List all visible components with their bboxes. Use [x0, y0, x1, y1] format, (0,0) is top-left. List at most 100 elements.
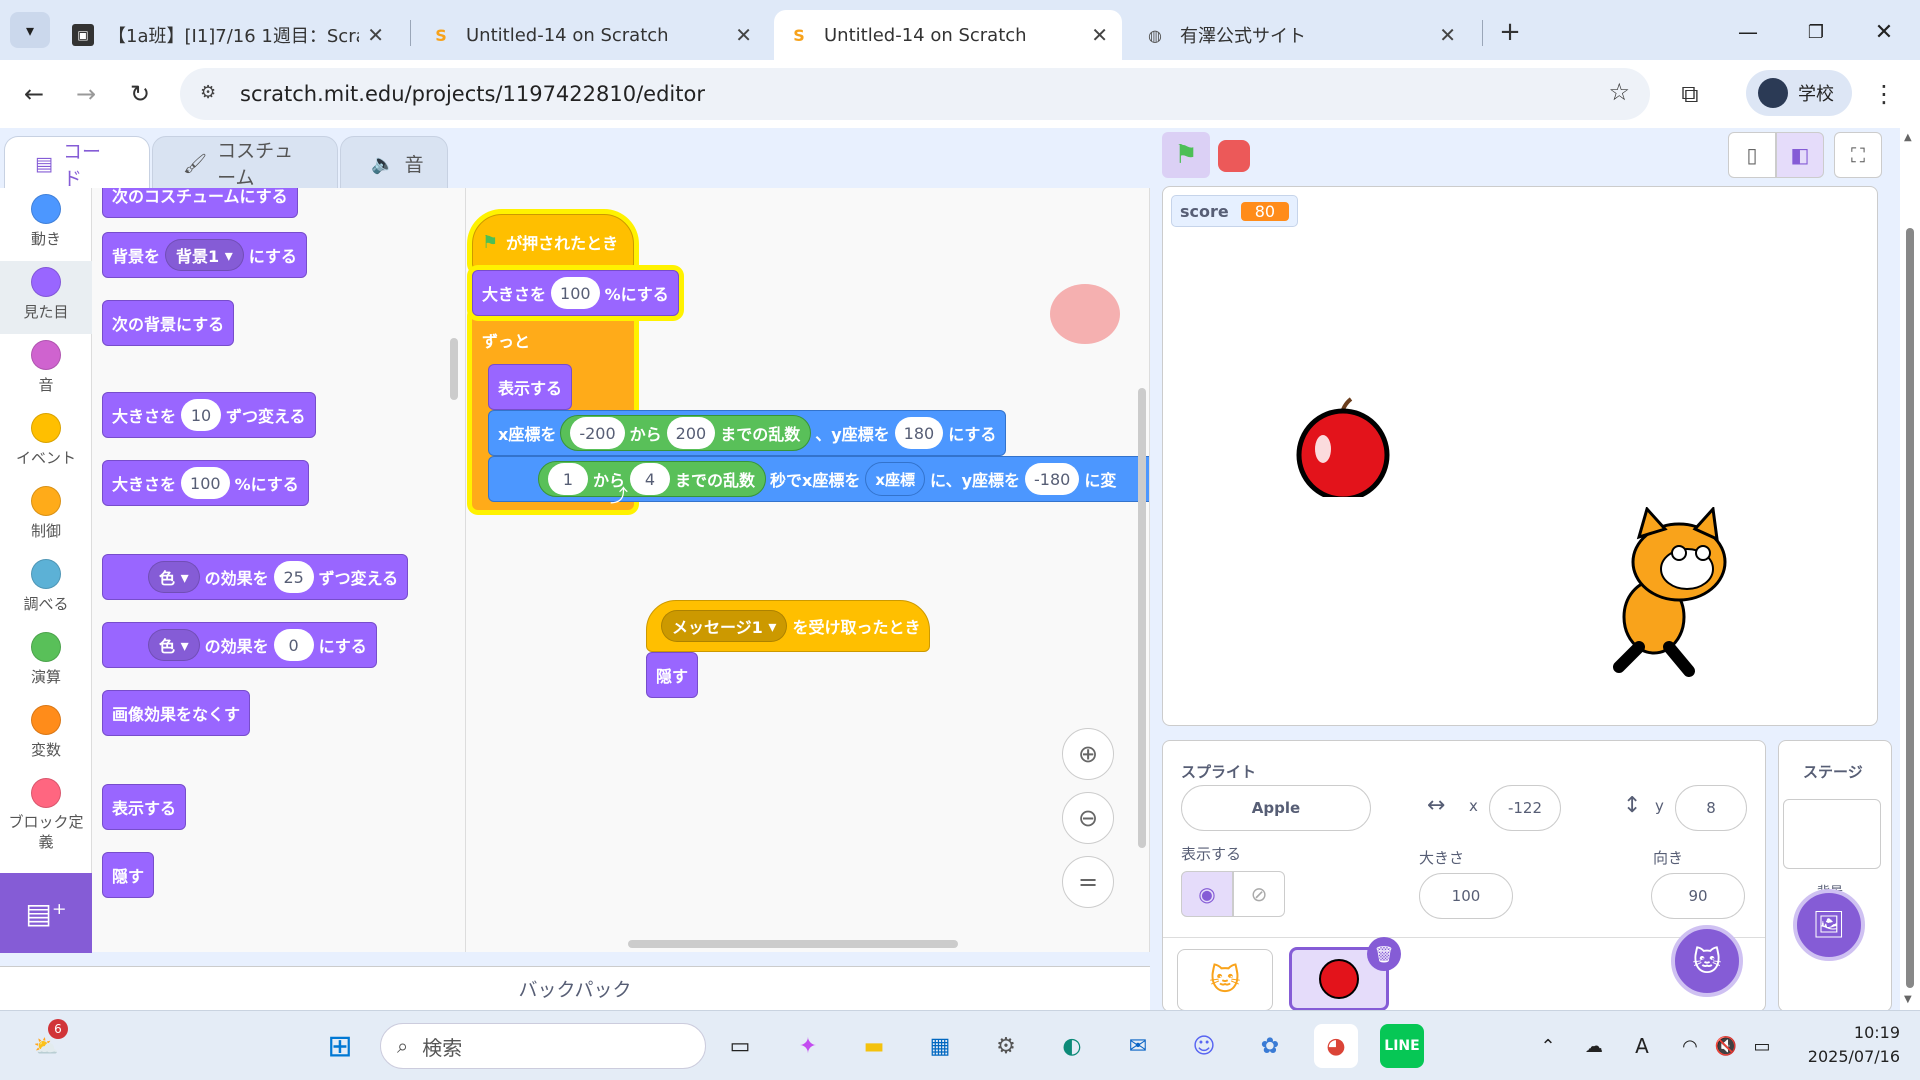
palette-block-hide[interactable]: 隠す — [102, 852, 155, 898]
category-control[interactable]: 制御 — [0, 480, 92, 553]
scroll-up-icon[interactable]: ▲ — [1904, 132, 1912, 143]
hide-block[interactable]: 隠す — [646, 652, 699, 698]
close-tab-icon[interactable]: ✕ — [1439, 23, 1456, 47]
choose-sprite-button[interactable]: 🐱 — [1671, 925, 1743, 997]
palette-block-set-size[interactable]: 大きさを 100 %にする — [102, 460, 309, 506]
backdrop-dropdown[interactable]: 背景1 ▾ — [165, 239, 244, 271]
fullscreen-button[interactable]: ⛶ — [1834, 132, 1882, 178]
show-hidden-button[interactable]: ⊘ — [1233, 871, 1285, 917]
random-to-input[interactable]: 200 — [666, 417, 716, 449]
palette-block-show[interactable]: 表示する — [102, 784, 187, 830]
show-block[interactable]: 表示する — [488, 364, 573, 410]
size-set-input[interactable]: 100 — [181, 467, 230, 499]
glide-xy-block[interactable]: 1 から 4 までの乱数 秒でx座標を x座標 に、y座標を -180 に変 — [488, 456, 1149, 502]
backpack[interactable]: バックパック — [0, 966, 1150, 1010]
scroll-thumb[interactable] — [1906, 228, 1914, 988]
random-block[interactable]: 1 から 4 までの乱数 — [538, 461, 767, 497]
tab-code[interactable]: ▤ コード — [4, 136, 150, 190]
x-position-reporter[interactable]: x座標 — [865, 462, 926, 496]
taskbar-search[interactable]: ⌕ 検索 — [380, 1023, 706, 1069]
y-input[interactable]: 180 — [894, 417, 944, 449]
cat-sprite[interactable] — [1599, 507, 1749, 677]
sprite-thumb-cat[interactable]: 🐱 — [1177, 949, 1273, 1011]
scroll-down-icon[interactable]: ▼ — [1904, 994, 1912, 1005]
sprite-name-field[interactable]: Apple — [1181, 785, 1371, 831]
message-dropdown[interactable]: メッセージ1 ▾ — [661, 610, 788, 642]
category-motion[interactable]: 動き — [0, 188, 92, 261]
app-icon[interactable]: ⚙ — [984, 1024, 1028, 1068]
ime-icon[interactable]: A — [1620, 1024, 1664, 1068]
choose-backdrop-button[interactable]: 🖼 — [1793, 889, 1865, 961]
reload-button[interactable]: ↻ — [120, 74, 160, 114]
app-icon[interactable]: ✿ — [1248, 1024, 1292, 1068]
bookmark-star-icon[interactable]: ☆ — [1608, 78, 1630, 106]
palette-block-next-costume[interactable]: 次のコスチュームにする — [102, 188, 298, 218]
when-receive-message-hat[interactable]: メッセージ1 ▾ を受け取ったとき — [646, 600, 931, 652]
goto-xy-block[interactable]: x座標を -200 から 200 までの乱数 、y座標を 180 にする — [488, 410, 1007, 456]
stop-button[interactable] — [1218, 140, 1250, 172]
tray-chevron-up-icon[interactable]: ⌃ — [1526, 1024, 1570, 1068]
effect-change-input[interactable]: 25 — [273, 561, 314, 593]
small-stage-button[interactable]: ▯ — [1728, 132, 1776, 178]
score-monitor[interactable]: score 80 — [1171, 195, 1299, 227]
category-events[interactable]: イベント — [0, 407, 92, 480]
category-my-blocks[interactable]: ブロック定義 — [0, 772, 92, 862]
profile-button[interactable]: 学校 — [1746, 70, 1852, 116]
zoom-out-button[interactable]: ⊖ — [1062, 792, 1114, 844]
page-scrollbar[interactable]: ▲ ▼ — [1900, 128, 1920, 1010]
discord-icon[interactable]: ☺ — [1182, 1024, 1226, 1068]
x-field[interactable]: -122 — [1489, 785, 1561, 831]
zoom-reset-button[interactable]: = — [1062, 856, 1114, 908]
store-icon[interactable]: ▦ — [918, 1024, 962, 1068]
size-field[interactable]: 100 — [1419, 873, 1513, 919]
green-flag-button[interactable]: ⚑ — [1162, 132, 1210, 178]
stage-canvas[interactable]: score 80 — [1162, 186, 1878, 726]
start-button[interactable]: ⊞ — [318, 1024, 362, 1068]
tab-list-button[interactable]: ▾ — [10, 12, 50, 48]
random-block[interactable]: -200 から 200 までの乱数 — [560, 415, 812, 451]
random-to-input[interactable]: 4 — [630, 463, 671, 495]
line-icon[interactable]: LINE — [1380, 1024, 1424, 1068]
workspace-v-scrollbar[interactable] — [1138, 388, 1146, 848]
category-sensing[interactable]: 調べる — [0, 553, 92, 626]
glide-y-input[interactable]: -180 — [1025, 463, 1080, 495]
when-flag-clicked-hat[interactable]: ⚑ が押されたとき — [472, 214, 634, 270]
effect-dropdown[interactable]: 色 ▾ — [148, 561, 200, 593]
forward-button[interactable]: → — [66, 74, 106, 114]
show-visible-button[interactable]: ◉ — [1181, 871, 1233, 917]
random-from-input[interactable]: 1 — [548, 463, 588, 495]
site-info-icon[interactable]: ⚙ — [200, 82, 216, 103]
palette-scrollbar[interactable] — [450, 338, 458, 400]
battery-icon[interactable]: ▭ — [1740, 1024, 1784, 1068]
large-stage-button[interactable]: ◧ — [1776, 132, 1824, 178]
script-workspace[interactable]: ⚑ が押されたとき 大きさを 100 %にする ずっと 表示する x座標を -2… — [466, 188, 1150, 952]
outlook-icon[interactable]: ✉ — [1116, 1024, 1160, 1068]
clock[interactable]: 10:19 2025/07/16 — [1780, 1021, 1900, 1069]
category-sound[interactable]: 音 — [0, 334, 92, 407]
effect-set-input[interactable]: 0 — [273, 629, 314, 661]
effect-dropdown[interactable]: 色 ▾ — [148, 629, 200, 661]
task-view-icon[interactable]: ▭ — [718, 1024, 762, 1068]
back-button[interactable]: ← — [14, 74, 54, 114]
add-extension-button[interactable]: ▤⁺ — [0, 873, 92, 953]
size-input[interactable]: 100 — [551, 277, 600, 309]
category-variables[interactable]: 変数 — [0, 699, 92, 772]
chrome-icon[interactable]: ◕ — [1314, 1024, 1358, 1068]
menu-button[interactable]: ⋮ — [1864, 74, 1904, 114]
new-tab-button[interactable]: + — [1492, 14, 1528, 50]
close-tab-icon[interactable]: ✕ — [735, 23, 752, 47]
extensions-button[interactable]: ⧉ — [1670, 74, 1710, 114]
y-field[interactable]: 8 — [1675, 785, 1747, 831]
edge-icon[interactable]: ◐ — [1050, 1024, 1094, 1068]
category-operators[interactable]: 演算 — [0, 626, 92, 699]
minimize-button[interactable]: — — [1728, 14, 1768, 50]
random-from-input[interactable]: -200 — [570, 417, 625, 449]
browser-tab-1[interactable]: ▣ 【1a班】[I1]7/16 1週目：Scratch ✕ — [58, 10, 398, 60]
stage-selector-panel[interactable]: ステージ 背景 🖼 — [1778, 740, 1892, 1012]
workspace-h-scrollbar[interactable] — [628, 940, 958, 948]
copilot-icon[interactable]: ✦ — [786, 1024, 830, 1068]
onedrive-icon[interactable]: ☁ — [1572, 1024, 1616, 1068]
restore-button[interactable]: ❐ — [1796, 14, 1836, 50]
palette-block-clear-effects[interactable]: 画像効果をなくす — [102, 690, 251, 736]
browser-tab-3[interactable]: S Untitled-14 on Scratch ✕ — [774, 10, 1122, 60]
